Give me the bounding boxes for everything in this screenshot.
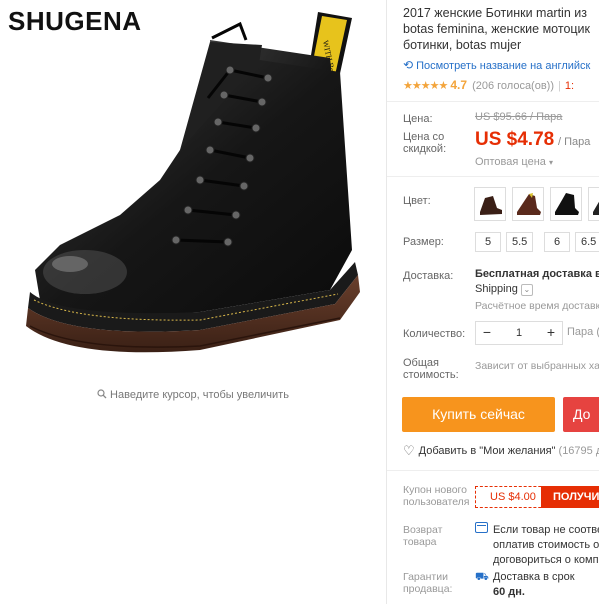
color-swatch-2[interactable] xyxy=(512,187,544,221)
discount-price: US $4.78 xyxy=(475,129,555,150)
product-main-image[interactable]: WITH Bounc xyxy=(0,0,386,385)
guarantee-text: ⛟ Доставка в срок 60 дн. xyxy=(475,570,575,600)
coupon-label: Купон нового пользователя xyxy=(403,484,470,508)
add-to-wishlist-link[interactable]: ♡ Добавить в "Мои желания" (16795 д xyxy=(403,443,599,459)
coupon-label-line: Купон нового xyxy=(403,484,467,496)
translate-icon: ⟲ xyxy=(403,58,414,72)
rating-value: 4.7 xyxy=(450,78,467,92)
total-label: Общая стоимость: xyxy=(403,357,459,381)
returns-text: Если товар не соответ оплатив стоимость … xyxy=(475,522,599,568)
chevron-down-icon: ⌄ xyxy=(520,284,533,296)
returns-line: Если товар не соответ xyxy=(493,524,599,536)
get-coupon-button[interactable]: ПОЛУЧИ xyxy=(541,486,599,508)
buy-now-button[interactable]: Купить сейчас xyxy=(402,397,555,432)
title-line: ботинки, botas mujer xyxy=(403,38,522,52)
color-label: Цвет: xyxy=(403,195,431,207)
chevron-down-icon: ▾ xyxy=(548,158,553,167)
returns-label: Возврат товара xyxy=(403,524,442,548)
wishlist-label: Добавить в "Мои желания" xyxy=(418,445,556,457)
quantity-unit: Пара ( xyxy=(567,326,599,338)
quantity-label: Количество: xyxy=(403,328,466,340)
rating-row[interactable]: ★★★★★ 4.7 (206 голоса(ов)) | 1: xyxy=(403,78,574,92)
card-icon xyxy=(475,522,488,533)
returns-label-line: товара xyxy=(403,536,437,548)
size-option-5[interactable]: 5 xyxy=(475,232,501,252)
size-label: Размер: xyxy=(403,236,444,248)
coupon-value: US $4.00 xyxy=(475,486,551,508)
quantity-input[interactable]: 1 xyxy=(498,322,540,344)
quantity-increase-button[interactable]: + xyxy=(540,322,562,344)
size-option-5-5[interactable]: 5.5 xyxy=(506,232,534,252)
returns-label-line: Возврат xyxy=(403,524,443,536)
translate-title-link[interactable]: ⟲ Посмотреть название на английск xyxy=(403,58,590,72)
boot-image: WITH Bounc xyxy=(26,12,360,353)
rating-separator: | xyxy=(558,80,561,92)
discount-price-label: Цена со скидкой: xyxy=(403,131,446,155)
wishlist-count: (16795 д xyxy=(558,445,599,457)
add-to-cart-button[interactable]: До xyxy=(563,397,599,432)
rating-stars-icon: ★★★★★ xyxy=(403,80,448,92)
color-swatch-1[interactable] xyxy=(474,187,506,221)
quantity-decrease-button[interactable]: − xyxy=(476,322,498,344)
size-option-6[interactable]: 6 xyxy=(544,232,570,252)
guarantee-label-line: продавца: xyxy=(403,583,453,595)
shipping-title: Бесплатная доставка в xyxy=(475,268,599,280)
separator xyxy=(387,176,599,177)
price-unit: / Пара xyxy=(558,136,591,148)
product-info: 2017 женские Ботинки martin из botas fem… xyxy=(387,0,599,604)
separator xyxy=(387,101,599,102)
size-option-6-5[interactable]: 6.5 xyxy=(575,232,599,252)
discount-label-line: скидкой: xyxy=(403,143,447,155)
separator xyxy=(387,470,599,471)
discount-label-line: Цена со xyxy=(403,131,445,143)
total-label-line: Общая xyxy=(403,357,439,369)
returns-line: оплатив стоимость об xyxy=(493,539,599,551)
shipping-method-select[interactable]: Shipping ⌄ xyxy=(475,283,533,296)
shipping-time: Расчётное время доставк xyxy=(475,300,599,312)
total-value: Зависит от выбранных ха xyxy=(475,360,599,372)
price-label: Цена: xyxy=(403,113,433,125)
zoom-hint: Наведите курсор, чтобы увеличить xyxy=(0,389,386,402)
product-gallery: WITH Bounc xyxy=(0,0,386,604)
wholesale-price-toggle[interactable]: Оптовая цена ▾ xyxy=(475,156,553,168)
rating-count: (206 голоса(ов)) xyxy=(472,80,555,92)
brand-logo: SHUGENA xyxy=(8,6,142,36)
wholesale-label: Оптовая цена xyxy=(475,156,546,168)
color-swatch-3[interactable] xyxy=(550,187,582,221)
translate-link-text: Посмотреть название на английск xyxy=(416,60,591,72)
title-line: 2017 женские Ботинки martin из xyxy=(403,6,587,20)
coupon-label-line: пользователя xyxy=(403,496,470,508)
total-label-line: стоимость: xyxy=(403,369,459,381)
shipping-method: Shipping xyxy=(475,283,518,295)
guarantee-label: Гарантии продавца: xyxy=(403,571,452,595)
orders-count: 1: xyxy=(564,80,575,92)
shipping-label: Доставка: xyxy=(403,270,454,282)
product-title: 2017 женские Ботинки martin из botas fem… xyxy=(403,5,599,53)
guarantee-label-line: Гарантии xyxy=(403,571,448,583)
guarantee-line: Доставка в срок xyxy=(492,571,575,583)
zoom-hint-text: Наведите курсор, чтобы увеличить xyxy=(110,389,289,401)
magnifier-icon xyxy=(97,389,107,402)
heart-icon: ♡ xyxy=(403,443,415,458)
title-line: botas feminina, женские мотоцик xyxy=(403,22,591,36)
returns-line: договориться о компе xyxy=(493,554,599,566)
color-swatch-4[interactable] xyxy=(588,187,599,221)
quantity-stepper: − 1 + xyxy=(475,321,563,345)
guarantee-days: 60 дн. xyxy=(493,586,525,598)
original-price: US $95.66 / Пара xyxy=(475,111,563,123)
truck-icon: ⛟ xyxy=(475,571,489,583)
